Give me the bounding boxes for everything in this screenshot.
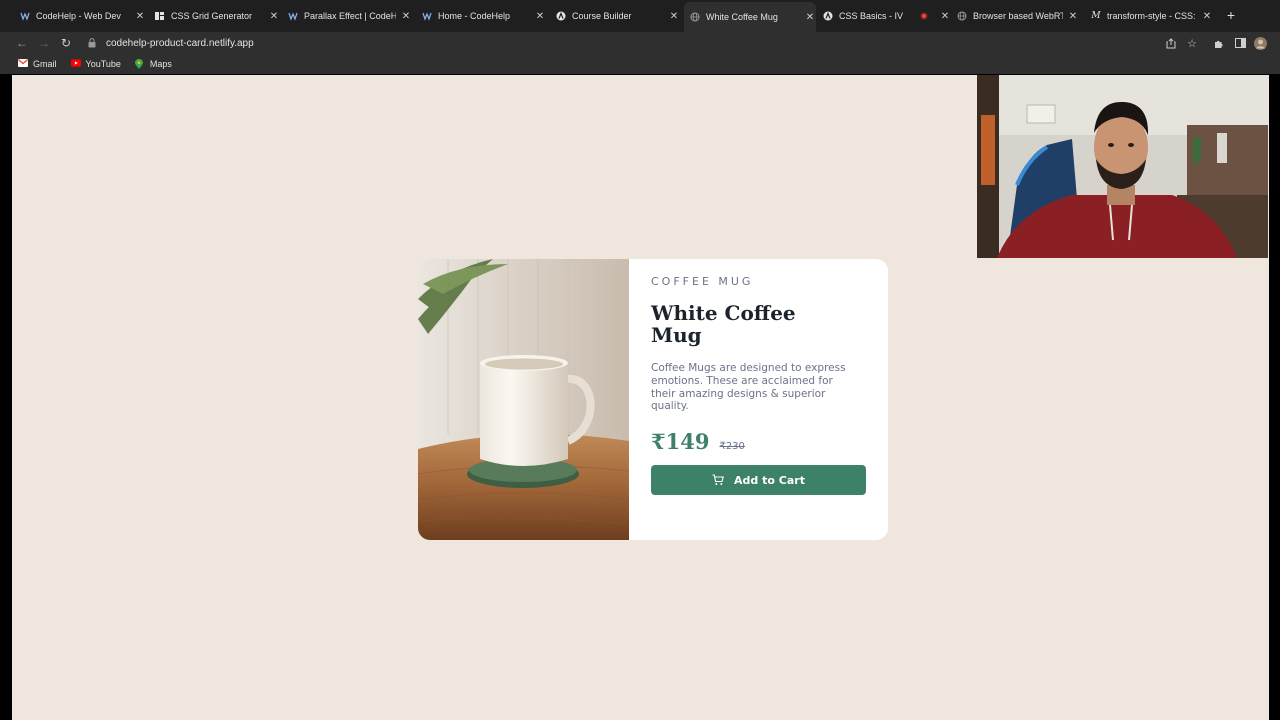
bookmark-maps[interactable]: Maps: [134, 59, 172, 69]
new-tab-button[interactable]: +: [1224, 8, 1238, 22]
extensions-icon[interactable]: [1211, 35, 1227, 51]
lock-icon: [86, 38, 98, 48]
maps-icon: [134, 59, 145, 69]
codehelp-icon: [288, 11, 298, 21]
tab-course-builder[interactable]: Course Builder ✕: [556, 4, 680, 28]
product-image: [418, 259, 629, 540]
current-price: ₹149: [651, 429, 710, 455]
close-icon[interactable]: ✕: [534, 11, 546, 22]
coffee-mug-photo: [418, 259, 629, 540]
globe-icon: [690, 12, 700, 22]
youtube-icon: [70, 59, 81, 69]
a-icon: [823, 11, 833, 21]
bookmark-label: Gmail: [33, 59, 57, 69]
close-icon[interactable]: ✕: [268, 11, 280, 22]
tab-title: CodeHelp - Web Dev: [36, 11, 121, 21]
product-category: COFFEE MUG: [651, 275, 754, 288]
url-text: codehelp-product-card.netlify.app: [106, 37, 254, 49]
codehelp-icon: [422, 11, 432, 21]
a-icon: [556, 11, 566, 21]
back-icon[interactable]: ←: [14, 35, 30, 51]
add-to-cart-label: Add to Cart: [734, 473, 805, 487]
tab-codehelp-web-dev[interactable]: CodeHelp - Web Dev ✕: [20, 4, 146, 28]
tab-recording[interactable]: ✕: [919, 4, 949, 28]
tab-white-coffee-mug[interactable]: White Coffee Mug ✕: [684, 2, 816, 32]
tab-css-grid-generator[interactable]: CSS Grid Generator ✕: [155, 4, 280, 28]
price-row: ₹149 ₹230: [651, 429, 866, 454]
tab-webrtc[interactable]: Browser based WebRTC ✕: [957, 4, 1079, 28]
tab-title: transform-style - CSS:: [1107, 11, 1196, 21]
browser-toolbar: ← → ↻ codehelp-product-card.netlify.app …: [0, 32, 1280, 54]
close-icon[interactable]: ✕: [1201, 11, 1213, 22]
cart-icon: [712, 474, 724, 486]
m-icon: M: [1091, 11, 1101, 21]
tab-css-basics-iv[interactable]: CSS Basics - IV: [823, 4, 913, 28]
address-bar[interactable]: codehelp-product-card.netlify.app: [80, 33, 1160, 53]
record-icon: [919, 11, 929, 21]
share-icon[interactable]: [1163, 35, 1179, 51]
tab-title: White Coffee Mug: [706, 12, 778, 22]
close-icon[interactable]: ✕: [804, 12, 816, 23]
tab-title: CSS Grid Generator: [171, 11, 253, 21]
product-info: COFFEE MUG White Coffee Mug Coffee Mugs …: [629, 259, 888, 540]
tab-title: Browser based WebRTC: [973, 11, 1063, 21]
product-title: White Coffee Mug: [651, 301, 796, 347]
tab-title: Home - CodeHelp: [438, 11, 511, 21]
bookmark-gmail[interactable]: Gmail: [18, 59, 57, 69]
gmail-icon: [18, 59, 28, 69]
add-to-cart-button[interactable]: Add to Cart: [651, 465, 866, 495]
close-icon[interactable]: ✕: [400, 11, 412, 22]
tab-title: CSS Basics - IV: [839, 11, 904, 21]
avatar[interactable]: [1252, 35, 1268, 51]
reload-icon[interactable]: ↻: [58, 35, 74, 51]
close-icon[interactable]: ✕: [134, 11, 146, 22]
close-icon[interactable]: ✕: [939, 11, 951, 22]
tab-home-codehelp[interactable]: Home - CodeHelp ✕: [422, 4, 546, 28]
close-icon[interactable]: ✕: [668, 11, 680, 22]
presenter-video: [977, 75, 1268, 258]
tab-transform-style[interactable]: M transform-style - CSS: ✕: [1091, 4, 1213, 28]
bookmark-star-icon[interactable]: ☆: [1184, 35, 1200, 51]
tab-title: Parallax Effect | CodeHe: [304, 11, 396, 21]
grid-icon: [155, 11, 165, 21]
bookmark-label: Maps: [149, 59, 172, 69]
forward-icon[interactable]: →: [36, 35, 52, 51]
close-icon[interactable]: ✕: [1067, 11, 1079, 22]
bookmark-youtube[interactable]: YouTube: [70, 59, 121, 69]
side-panel-icon[interactable]: [1232, 35, 1248, 51]
tab-strip: CodeHelp - Web Dev ✕ CSS Grid Generator …: [0, 0, 1280, 32]
globe-icon: [957, 11, 967, 21]
bookmark-label: YouTube: [85, 59, 121, 69]
tab-parallax-effect[interactable]: Parallax Effect | CodeHe ✕: [288, 4, 412, 28]
webcam-overlay: [977, 75, 1268, 258]
product-description: Coffee Mugs are designed to express emot…: [651, 362, 846, 413]
product-card: COFFEE MUG White Coffee Mug Coffee Mugs …: [418, 259, 888, 540]
bookmarks-bar: Gmail YouTube Maps: [0, 54, 1280, 74]
codehelp-icon: [20, 11, 30, 21]
original-price: ₹230: [719, 441, 745, 453]
tab-title: Course Builder: [572, 11, 632, 21]
